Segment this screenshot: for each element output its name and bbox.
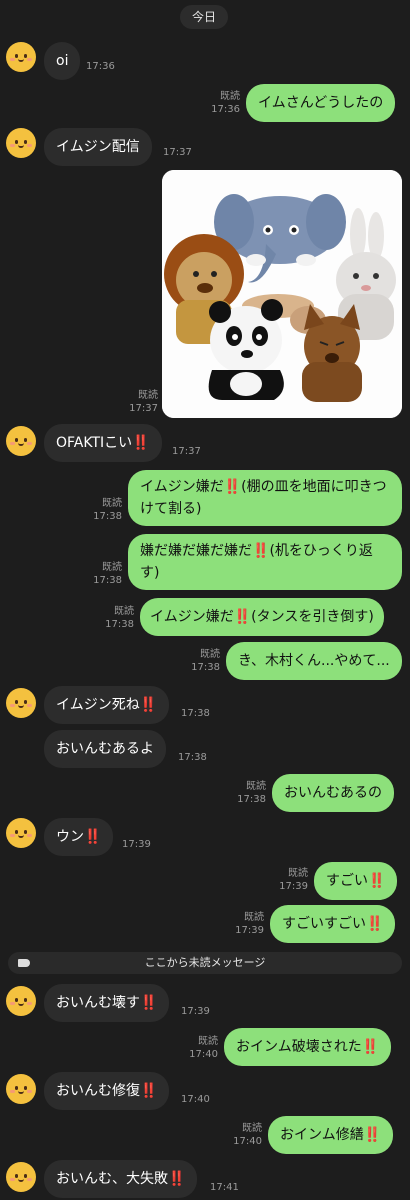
read-receipt: 既読 17:38: [93, 498, 122, 522]
message-bubble[interactable]: イムジン嫌だ‼️(棚の皿を地面に叩きつけて割る): [128, 470, 402, 526]
message-time: 17:36: [86, 61, 115, 72]
message-bubble[interactable]: き、木村くん...やめて...: [226, 642, 402, 680]
message-bubble[interactable]: おいんむ、大失敗‼️: [44, 1160, 198, 1198]
avatar[interactable]: [6, 1162, 36, 1192]
read-receipt: 既読 17:38: [191, 649, 220, 673]
message-time: 17:37: [172, 446, 201, 457]
message-bubble[interactable]: おインム破壊された‼️: [224, 1028, 392, 1066]
read-receipt: 既読 17:38: [237, 781, 266, 805]
message-bubble[interactable]: すごい‼️: [314, 862, 398, 900]
tag-icon: [18, 959, 30, 967]
message-bubble[interactable]: イムさんどうしたの: [246, 84, 396, 122]
message-bubble[interactable]: おいんむ壊す‼️: [44, 984, 170, 1022]
message-time: 17:39: [181, 1006, 210, 1017]
avatar[interactable]: [6, 426, 36, 456]
avatar[interactable]: [6, 1074, 36, 1104]
message-bubble[interactable]: おいんむあるよ: [44, 730, 166, 768]
message-bubble[interactable]: oi: [44, 42, 81, 80]
read-receipt: 既読 17:36: [211, 91, 240, 115]
read-receipt: 既読 17:40: [189, 1036, 218, 1060]
date-separator: 今日: [180, 5, 228, 29]
message-bubble[interactable]: イムジン嫌だ‼️(タンスを引き倒す): [140, 598, 384, 636]
avatar[interactable]: [6, 128, 36, 158]
avatar[interactable]: [6, 986, 36, 1016]
read-receipt: 既読 17:38: [93, 562, 122, 586]
message-time: 17:41: [210, 1182, 239, 1193]
avatar[interactable]: [6, 42, 36, 72]
read-receipt: 既読 17:40: [233, 1123, 262, 1147]
image-message[interactable]: [162, 170, 402, 418]
avatar[interactable]: [6, 818, 36, 848]
read-receipt: 既読 17:38: [105, 606, 134, 630]
message-bubble[interactable]: イムジン死ね‼️: [44, 686, 170, 724]
message-time: 17:38: [178, 752, 207, 763]
message-bubble[interactable]: イムジン配信: [44, 128, 152, 166]
message-bubble[interactable]: 嫌だ嫌だ嫌だ嫌だ‼️(机をひっくり返す): [128, 534, 402, 590]
message-bubble[interactable]: おインム修繕‼️: [268, 1116, 394, 1154]
unread-divider-label: ここから未読メッセージ: [144, 956, 266, 969]
unread-divider: ここから未読メッセージ: [8, 952, 402, 974]
read-receipt: 既読 17:39: [279, 868, 308, 892]
message-bubble[interactable]: すごいすごい‼️: [270, 905, 396, 943]
message-time: 17:39: [122, 839, 151, 850]
message-bubble[interactable]: おいんむ修復‼️: [44, 1072, 170, 1110]
message-time: 17:37: [163, 147, 192, 158]
message-time: 17:40: [181, 1094, 210, 1105]
message-bubble[interactable]: ウン‼️: [44, 818, 114, 856]
avatar[interactable]: [6, 688, 36, 718]
message-time: 17:38: [181, 708, 210, 719]
read-receipt: 既読 17:37: [129, 390, 158, 414]
read-receipt: 既読 17:39: [235, 912, 264, 936]
message-bubble[interactable]: OFAKTIこい‼️: [44, 424, 162, 462]
animal-puppets-image: [162, 170, 402, 418]
message-bubble[interactable]: おいんむあるの: [272, 774, 394, 812]
